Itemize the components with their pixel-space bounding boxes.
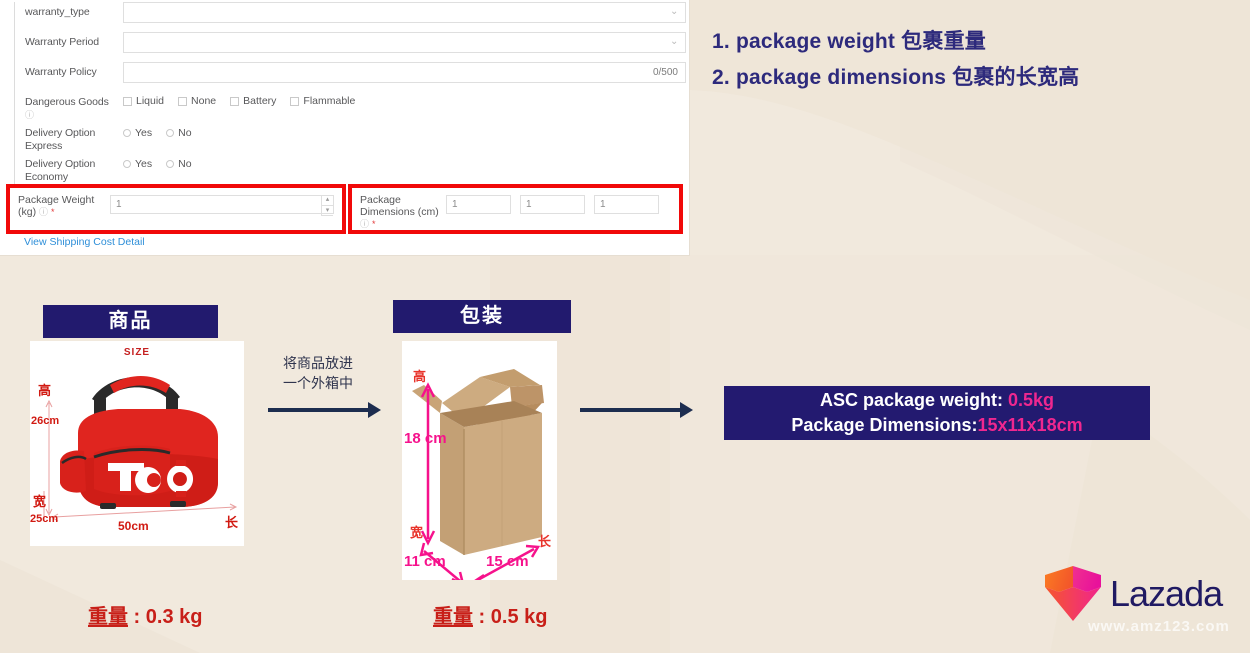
info-icon: ⓘ xyxy=(39,207,49,217)
checkbox-battery[interactable]: Battery xyxy=(230,95,276,107)
label-warranty-type: warranty_type xyxy=(25,6,90,18)
radio-circle-icon xyxy=(166,129,175,137)
package-image-box: 高 18 cm 宽 11 cm 长 15 cm xyxy=(402,341,557,580)
product-weight-sep: : xyxy=(128,606,146,628)
package-header-bar: 包装 xyxy=(393,300,571,333)
lazada-wordmark: Lazada xyxy=(1110,573,1223,614)
highlight-package-weight: Package Weight (kg) ⓘ * 1 ▴ ▾ xyxy=(6,184,346,234)
product-weight-cn: 重量 xyxy=(88,606,128,628)
bag-height-value: 26cm xyxy=(31,415,60,427)
arrow-2-head xyxy=(680,402,693,418)
bag-length-cn-label: 长 xyxy=(225,515,239,530)
stepper-up-icon[interactable]: ▴ xyxy=(321,195,333,206)
package-weight-value: 0.5 kg xyxy=(490,606,548,628)
package-weight-cn: 重量 xyxy=(433,606,473,628)
label-package-weight: Package Weight (kg) ⓘ * xyxy=(18,194,95,218)
box-height-value: 18 cm xyxy=(404,430,447,447)
radio-circle-icon xyxy=(123,129,131,137)
label-warranty-period: Warranty Period xyxy=(25,36,99,48)
product-weight-label: 重量 : 0.3 kg xyxy=(88,600,202,629)
package-weight-label: 重量 : 0.5 kg xyxy=(433,600,547,629)
product-weight-value: 0.3 kg xyxy=(145,606,203,628)
bag-length-value: 50cm xyxy=(118,519,149,533)
radio-express-no[interactable]: No xyxy=(166,127,192,139)
product-image-bag: SIZE 高 26cm 宽 25cm 长 50cm xyxy=(30,341,244,546)
result-weight-line: ASC package weight: 0.5kg xyxy=(820,388,1054,413)
stepper-down-icon[interactable]: ▾ xyxy=(321,205,333,216)
transfer-caption-line1: 将商品放进 xyxy=(283,355,353,371)
bag-illustration-svg xyxy=(43,376,238,522)
chevron-down-icon: ⌄ xyxy=(670,36,679,47)
info-icon: ⓘ xyxy=(360,219,370,229)
lazada-product-form-screenshot: warranty_type ⌄ Warranty Period ⌄ Warran… xyxy=(0,0,690,256)
checkbox-box-icon xyxy=(178,96,188,106)
transfer-caption-line2: 一个外箱中 xyxy=(283,375,353,391)
radio-economy-yes[interactable]: Yes xyxy=(123,158,152,170)
number-stepper[interactable]: ▴ ▾ xyxy=(321,195,333,216)
arrow-2-line xyxy=(580,408,680,412)
note-line-1: 1. package weight 包裹重量 xyxy=(712,30,986,53)
label-delivery-economy: Delivery Option Economy xyxy=(25,158,96,183)
checkbox-none[interactable]: None xyxy=(178,95,216,107)
site-watermark: www.amz123.com xyxy=(1088,618,1230,635)
lazada-bag-icon xyxy=(1045,566,1101,621)
arrow-1-head xyxy=(368,402,381,418)
lazada-logo: Lazada xyxy=(1043,565,1223,623)
form-row-warranty-type: warranty_type ⌄ xyxy=(15,2,686,32)
input-warranty-policy[interactable]: 0/500 xyxy=(123,62,686,83)
box-length-cn-label: 长 xyxy=(538,534,552,549)
box-length-value: 15 cm xyxy=(486,553,529,570)
info-icon: ⓘ xyxy=(25,109,34,120)
result-weight-label: ASC package weight: xyxy=(819,390,1003,410)
checkbox-box-icon xyxy=(230,96,240,106)
select-warranty-period[interactable]: ⌄ xyxy=(123,32,686,53)
form-row-dangerous-goods: Dangerous Goods ⓘ Liquid None Battery Fl… xyxy=(15,92,686,123)
label-delivery-express: Delivery Option Express xyxy=(25,127,96,152)
box-width-value: 11 cm xyxy=(404,553,446,570)
checkbox-box-icon xyxy=(290,96,300,106)
form-row-warranty-period: Warranty Period ⌄ xyxy=(15,32,686,62)
input-dimension-width[interactable]: 1 xyxy=(520,195,585,214)
bag-width-value: 25cm xyxy=(30,513,59,525)
label-dangerous-goods: Dangerous Goods ⓘ xyxy=(25,96,109,120)
checkbox-box-icon xyxy=(123,96,132,106)
chevron-down-icon: ⌄ xyxy=(670,6,679,17)
box-height-cn-label: 高 xyxy=(413,369,427,384)
bag-width-cn-label: 宽 xyxy=(33,494,47,509)
result-dimensions-line: Package Dimensions:15x11x18cm xyxy=(791,413,1082,438)
select-warranty-type[interactable]: ⌄ xyxy=(123,2,686,23)
result-dimensions-label: Package Dimensions: xyxy=(791,415,978,435)
radio-economy-no[interactable]: No xyxy=(166,158,192,170)
package-weight-sep: : xyxy=(473,606,491,628)
asc-result-banner: ASC package weight: 0.5kg Package Dimens… xyxy=(724,386,1150,440)
highlight-package-dimensions: Package Dimensions (cm) ⓘ * 1 1 1 xyxy=(348,184,683,234)
result-dimensions-value: 15x11x18cm xyxy=(977,415,1083,435)
note-line-2: 2. package dimensions 包裹的长宽高 xyxy=(712,66,1080,89)
warranty-policy-char-counter: 0/500 xyxy=(652,67,678,78)
result-weight-value: 0.5kg xyxy=(1008,390,1055,410)
checkbox-flammable[interactable]: Flammable xyxy=(290,95,355,107)
view-shipping-cost-detail-link[interactable]: View Shipping Cost Detail xyxy=(24,236,145,248)
product-header-bar: 商品 xyxy=(43,305,218,338)
input-dimension-height[interactable]: 1 xyxy=(594,195,659,214)
input-dimension-length[interactable]: 1 xyxy=(446,195,511,214)
arrow-1-line xyxy=(268,408,368,412)
required-asterisk: * xyxy=(371,219,376,229)
bag-height-cn-label: 高 xyxy=(38,383,52,398)
form-row-delivery-economy: Delivery Option Economy Yes No xyxy=(15,154,686,185)
form-row-delivery-express: Delivery Option Express Yes No xyxy=(15,123,686,154)
radio-express-yes[interactable]: Yes xyxy=(123,127,152,139)
label-package-dimensions: Package Dimensions (cm) ⓘ * xyxy=(360,194,439,229)
instruction-notes: 1. package weight 包裹重量 2. package dimens… xyxy=(712,24,1079,96)
input-package-weight[interactable]: 1 ▴ ▾ xyxy=(110,195,334,216)
required-asterisk: * xyxy=(50,207,55,217)
radio-circle-icon xyxy=(123,160,131,168)
radio-circle-icon xyxy=(166,160,175,168)
form-row-warranty-policy: Warranty Policy 0/500 xyxy=(15,62,686,92)
transfer-caption: 将商品放进 一个外箱中 xyxy=(283,353,353,393)
box-width-cn-label: 宽 xyxy=(410,525,424,540)
checkbox-liquid[interactable]: Liquid xyxy=(123,95,164,107)
label-warranty-policy: Warranty Policy xyxy=(25,66,97,78)
